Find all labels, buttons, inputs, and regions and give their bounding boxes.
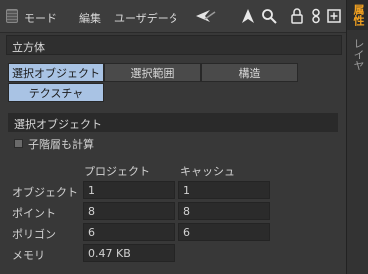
- cache-polygon-count: 6: [178, 223, 270, 241]
- project-object-count: 1: [83, 181, 175, 199]
- project-polygon-count: 6: [83, 223, 175, 241]
- row-label-memory: メモリ: [12, 249, 45, 262]
- cache-object-count: 1: [178, 181, 270, 199]
- tab-structure[interactable]: 構造: [201, 63, 298, 82]
- tab-attributes[interactable]: 属性: [347, 0, 368, 30]
- search-icon[interactable]: [260, 6, 278, 26]
- menu-user-data[interactable]: ユーザデータ: [114, 10, 176, 26]
- cache-point-count: 8: [178, 202, 270, 220]
- column-project: プロジェクト: [84, 165, 150, 178]
- lock-icon[interactable]: [290, 6, 304, 26]
- menu-edit[interactable]: 編集: [79, 10, 101, 26]
- back-arrow-icon[interactable]: [194, 6, 216, 26]
- include-children-checkbox[interactable]: [14, 139, 23, 148]
- project-memory: 0.47 KB: [83, 244, 175, 262]
- object-name-field[interactable]: 立方体: [6, 35, 342, 55]
- column-cache: キャッシュ: [180, 165, 235, 178]
- row-label-object: オブジェクト: [12, 186, 78, 199]
- section-header: 選択オブジェクト: [8, 113, 338, 132]
- pointer-icon[interactable]: [240, 6, 256, 26]
- new-window-icon[interactable]: [326, 6, 342, 26]
- row-label-point: ポイント: [12, 207, 56, 220]
- row-label-polygon: ポリゴン: [12, 228, 56, 241]
- menu-bar: モード 編集 ユーザデータ: [0, 0, 346, 33]
- tab-layers[interactable]: レイヤ: [347, 34, 368, 74]
- tab-selection-range[interactable]: 選択範囲: [104, 63, 201, 82]
- side-tab-strip: 属性 レイヤ: [346, 0, 368, 274]
- include-children-label: 子階層も計算: [28, 138, 94, 151]
- tab-selection-object[interactable]: 選択オブジェクト: [8, 63, 104, 82]
- tab-texture[interactable]: テクスチャ: [8, 83, 104, 102]
- panel-grip-icon[interactable]: [6, 9, 18, 23]
- menu-mode[interactable]: モード: [24, 10, 57, 26]
- project-point-count: 8: [83, 202, 175, 220]
- link-icon[interactable]: [310, 6, 322, 26]
